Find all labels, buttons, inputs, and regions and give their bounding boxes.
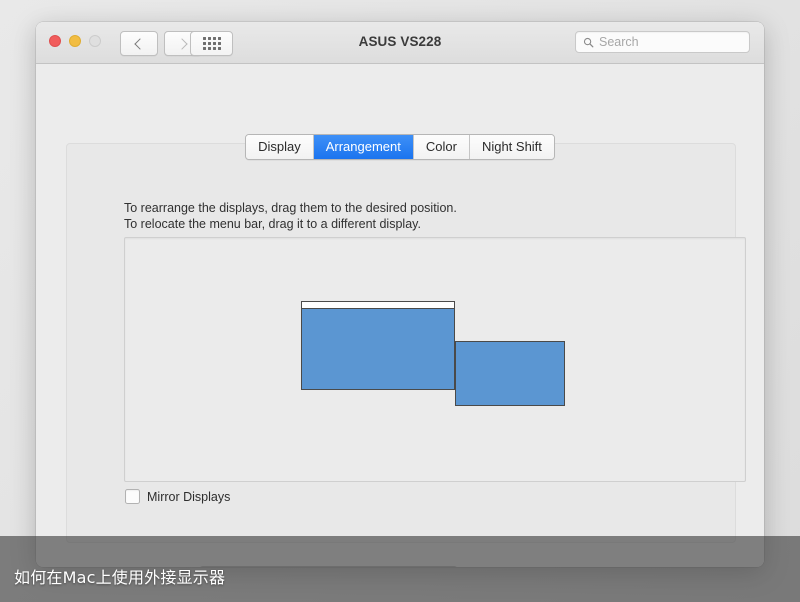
instruction-line-1: To rearrange the displays, drag them to … bbox=[124, 201, 457, 215]
instructions-text: To rearrange the displays, drag them to … bbox=[124, 200, 457, 232]
window-titlebar: ASUS VS228 Search bbox=[36, 22, 764, 64]
display-arrangement-canvas[interactable] bbox=[124, 237, 746, 482]
tab-color[interactable]: Color bbox=[413, 135, 470, 159]
tab-display[interactable]: Display bbox=[246, 135, 314, 159]
system-preferences-window: ASUS VS228 Search Display Arrangement Co… bbox=[36, 22, 764, 567]
tab-bar: Display Arrangement Color Night Shift bbox=[36, 134, 764, 160]
mirror-displays-checkbox[interactable] bbox=[125, 489, 140, 504]
tab-night-shift[interactable]: Night Shift bbox=[469, 135, 554, 159]
search-icon bbox=[583, 37, 594, 47]
mirror-displays-label: Mirror Displays bbox=[147, 489, 231, 504]
preferences-content: Display Arrangement Color Night Shift To… bbox=[36, 64, 764, 567]
secondary-display-tile[interactable] bbox=[455, 341, 565, 406]
search-placeholder: Search bbox=[599, 35, 639, 49]
airplay-display-select[interactable]: Off bbox=[198, 566, 458, 567]
mirror-displays-row[interactable]: Mirror Displays bbox=[125, 489, 230, 504]
menu-bar-strip[interactable] bbox=[302, 302, 454, 309]
instruction-line-2: To relocate the menu bar, drag it to a d… bbox=[124, 217, 421, 231]
search-field[interactable]: Search bbox=[575, 31, 750, 53]
tab-arrangement[interactable]: Arrangement bbox=[313, 135, 414, 159]
caption-text: 如何在Mac上使用外接显示器 bbox=[14, 568, 226, 587]
primary-display-tile[interactable] bbox=[301, 301, 455, 390]
